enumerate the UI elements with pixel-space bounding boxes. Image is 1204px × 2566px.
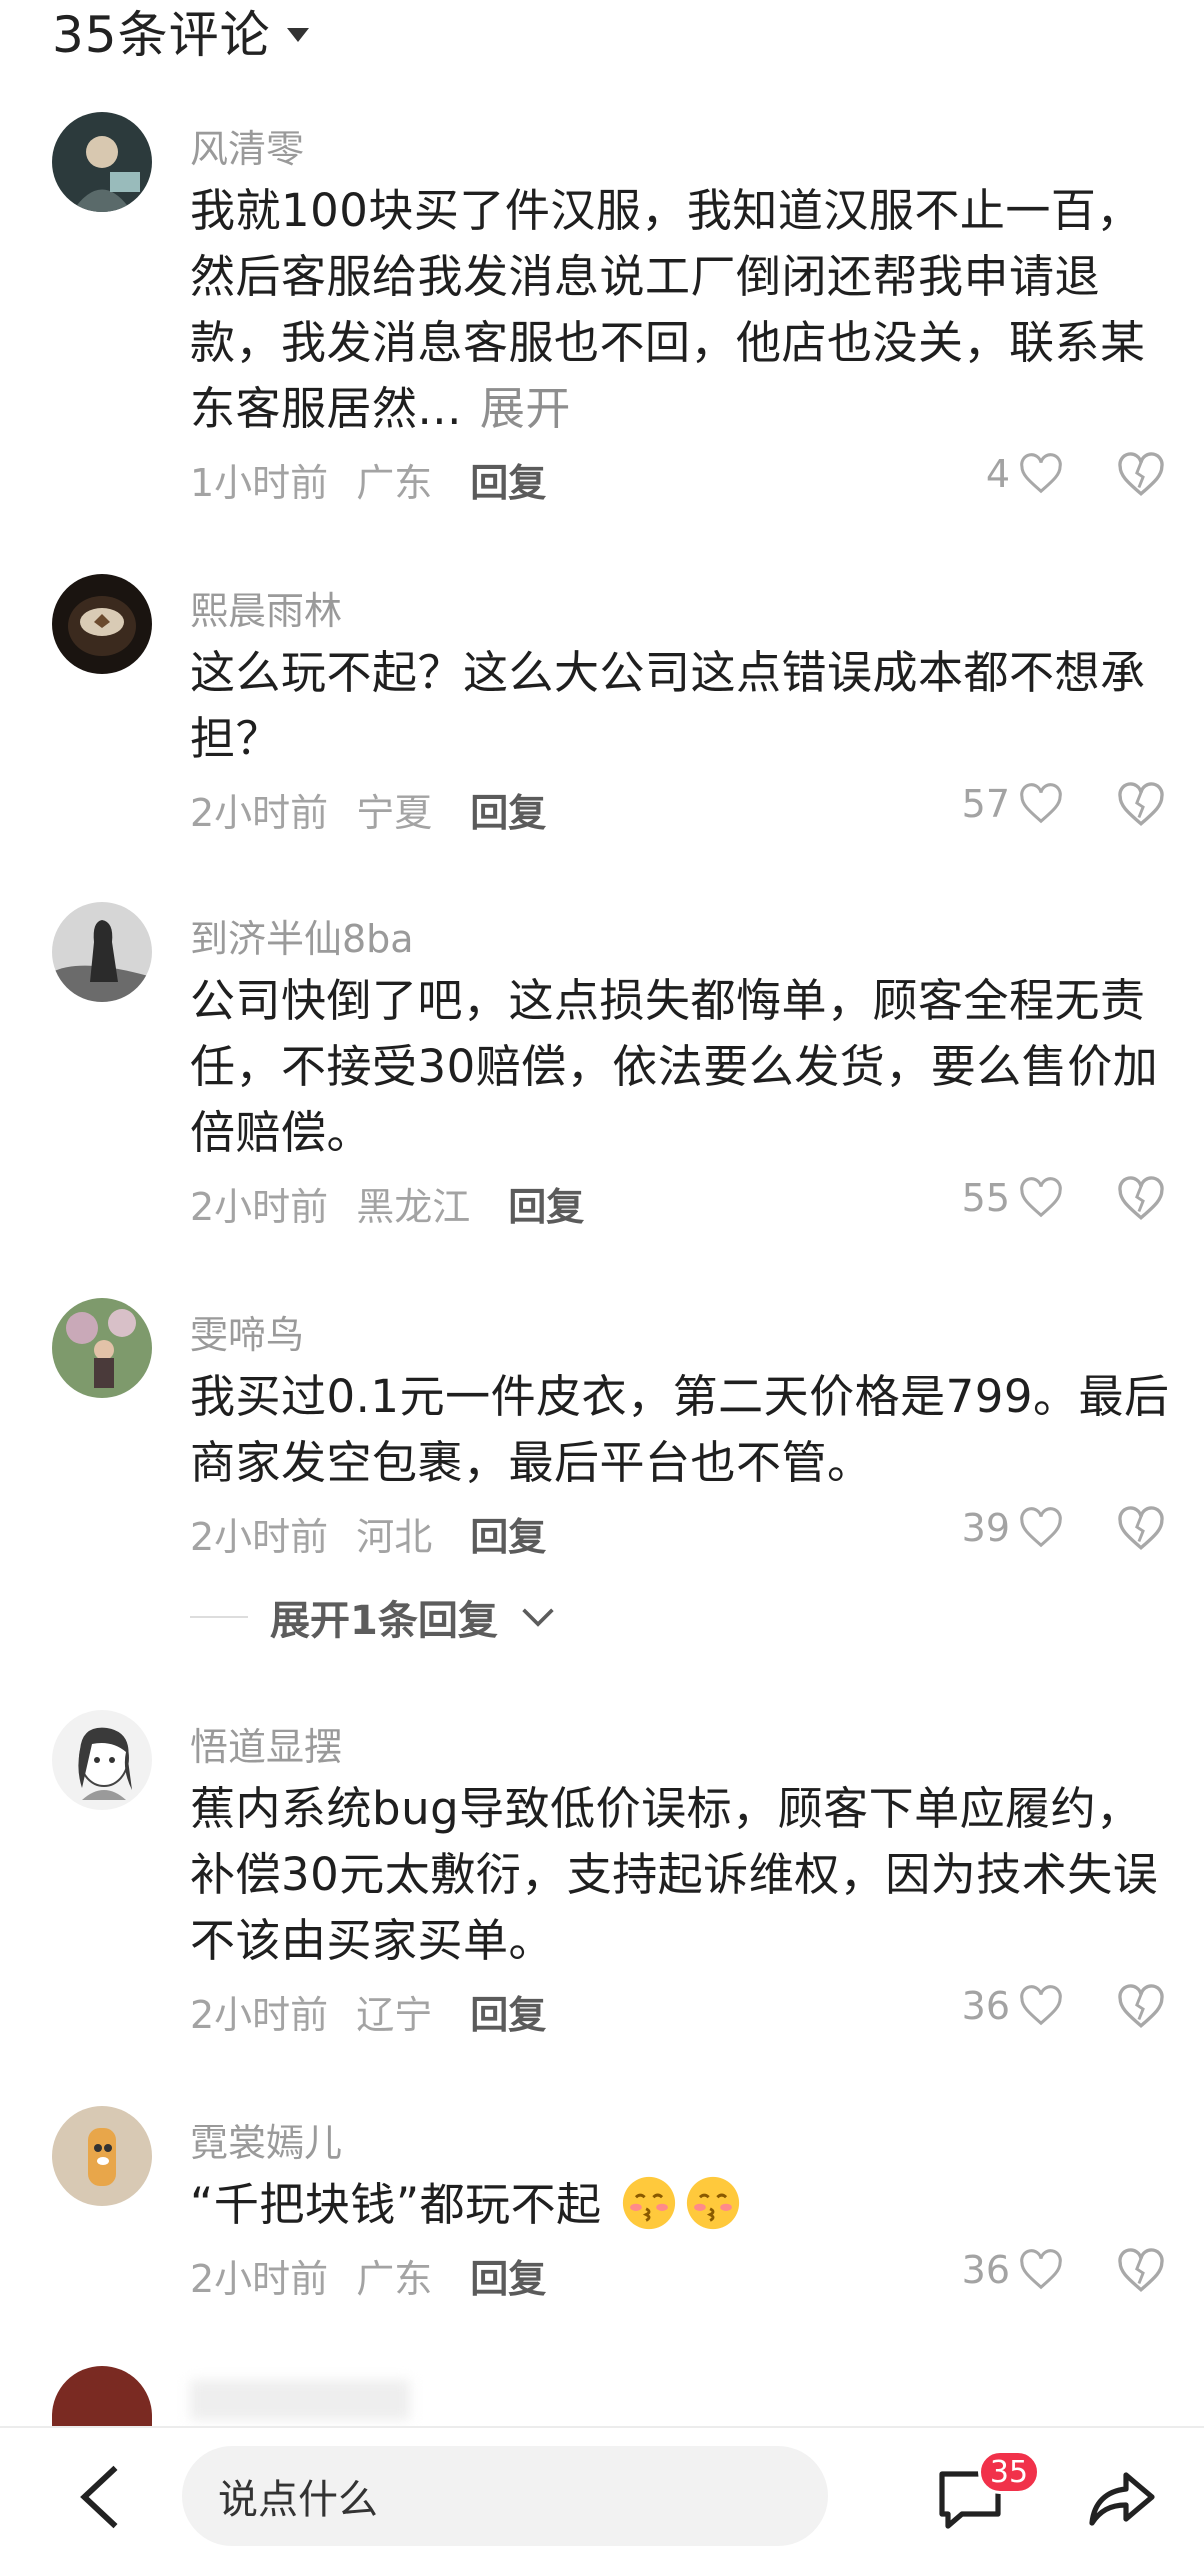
username[interactable]: 风清零 <box>190 118 304 173</box>
reply-button[interactable]: 回复 <box>470 2248 546 2303</box>
like-button[interactable]: 39 <box>962 1506 1064 1550</box>
expand-replies-button[interactable]: 展开1条回复 <box>190 1588 556 1646</box>
reply-button[interactable]: 回复 <box>470 1506 546 1561</box>
reply-button[interactable]: 回复 <box>470 452 546 507</box>
like-button[interactable]: 36 <box>962 2248 1064 2292</box>
broken-heart-icon[interactable] <box>1116 2248 1166 2294</box>
avatar[interactable] <box>52 1298 152 1398</box>
kiss-emoji-icon <box>687 2176 740 2230</box>
like-button[interactable]: 36 <box>962 1984 1064 2028</box>
avatar[interactable] <box>52 1710 152 1810</box>
comment-meta: 2小时前 河北 回复 <box>190 1506 546 1561</box>
expand-link[interactable]: 展开 <box>480 382 571 435</box>
like-button[interactable]: 55 <box>962 1176 1064 1220</box>
broken-heart-icon[interactable] <box>1116 1506 1166 1552</box>
heart-icon <box>1020 1177 1062 1218</box>
location: 河北 <box>356 1515 433 1559</box>
location: 广东 <box>356 2257 433 2301</box>
comment-meta: 2小时前 宁夏 回复 <box>190 782 546 837</box>
comment-input[interactable]: 说点什么 <box>182 2446 828 2546</box>
timestamp: 1小时前 <box>190 461 329 505</box>
heart-icon <box>1020 2249 1062 2290</box>
bottom-bar: 说点什么 35 <box>0 2426 1204 2566</box>
like-count: 55 <box>961 1176 1010 1220</box>
username[interactable]: 雯啼鸟 <box>190 1304 304 1359</box>
broken-heart-icon[interactable] <box>1116 1984 1166 2030</box>
comment-text: “千把块钱”都玩不起 <box>190 2172 1170 2238</box>
like-count: 57 <box>961 782 1010 826</box>
username-placeholder <box>190 2380 410 2420</box>
location: 辽宁 <box>356 1993 433 2037</box>
username[interactable]: 霓裳嫣儿 <box>190 2112 342 2167</box>
reply-button[interactable]: 回复 <box>508 1176 584 1231</box>
comment-body: 我就100块买了件汉服，我知道汉服不止一百，然后客服给我发消息说工厂倒闭还帮我申… <box>190 184 1146 435</box>
avatar[interactable] <box>52 2106 152 2206</box>
heart-icon <box>1020 453 1062 494</box>
comment-body: 这么玩不起？这么大公司这点错误成本都不想承担？ <box>190 646 1146 765</box>
comment-text: 蕉内系统bug导致低价误标，顾客下单应履约，补偿30元太敷衍，支持起诉维权，因为… <box>190 1776 1170 1974</box>
comment-meta: 1小时前 广东 回复 <box>190 452 546 507</box>
comment-text: 我买过0.1元一件皮衣，第二天价格是799。最后商家发空包裹，最后平台也不管。 <box>190 1364 1170 1496</box>
like-count: 36 <box>961 1984 1010 2028</box>
comment-text: 这么玩不起？这么大公司这点错误成本都不想承担？ <box>190 640 1170 772</box>
location: 黑龙江 <box>356 1185 471 1229</box>
timestamp: 2小时前 <box>190 791 329 835</box>
like-button[interactable]: 57 <box>962 782 1064 826</box>
broken-heart-icon[interactable] <box>1116 452 1166 498</box>
username[interactable]: 到济半仙8ba <box>190 908 414 963</box>
chevron-down-icon <box>522 1608 554 1627</box>
expand-replies-label: 展开1条回复 <box>270 1598 498 1644</box>
share-icon[interactable] <box>1088 2468 1156 2530</box>
back-arrow-icon[interactable] <box>72 2462 124 2532</box>
like-button[interactable]: 4 <box>986 452 1064 496</box>
comment-body: 公司快倒了吧，这点损失都悔单，顾客全程无责任，不接受30赔偿，依法要么发货，要么… <box>190 974 1159 1159</box>
caret-down-icon[interactable] <box>286 28 309 42</box>
reply-button[interactable]: 回复 <box>470 1984 546 2039</box>
comments-header[interactable]: 35条评论 <box>52 0 309 64</box>
comment-meta: 2小时前 广东 回复 <box>190 2248 546 2303</box>
comment-body: 蕉内系统bug导致低价误标，顾客下单应履约，补偿30元太敷衍，支持起诉维权，因为… <box>190 1782 1159 1967</box>
broken-heart-icon[interactable] <box>1116 1176 1166 1222</box>
heart-icon <box>1020 783 1062 824</box>
username[interactable]: 悟道显摆 <box>190 1716 342 1771</box>
divider <box>190 1616 248 1618</box>
comment-input-placeholder: 说点什么 <box>218 2477 378 2523</box>
location: 广东 <box>356 461 433 505</box>
heart-icon <box>1020 1507 1062 1548</box>
broken-heart-icon[interactable] <box>1116 782 1166 828</box>
location: 宁夏 <box>356 791 433 835</box>
timestamp: 2小时前 <box>190 1993 329 2037</box>
avatar[interactable] <box>52 574 152 674</box>
timestamp: 2小时前 <box>190 1515 329 1559</box>
like-count: 39 <box>961 1506 1010 1550</box>
comment-meta: 2小时前 辽宁 回复 <box>190 1984 546 2039</box>
avatar[interactable] <box>52 902 152 1002</box>
username[interactable]: 熙晨雨林 <box>190 580 342 635</box>
comment-body: 我买过0.1元一件皮衣，第二天价格是799。最后商家发空包裹，最后平台也不管。 <box>190 1370 1170 1489</box>
avatar[interactable] <box>52 112 152 212</box>
kiss-emoji-icon <box>623 2176 676 2230</box>
comment-meta: 2小时前 黑龙江 回复 <box>190 1176 584 1231</box>
timestamp: 2小时前 <box>190 2257 329 2301</box>
comment-text: 公司快倒了吧，这点损失都悔单，顾客全程无责任，不接受30赔偿，依法要么发货，要么… <box>190 968 1170 1166</box>
like-count: 36 <box>961 2248 1010 2292</box>
reply-button[interactable]: 回复 <box>470 782 546 837</box>
heart-icon <box>1020 1985 1062 2026</box>
comment-body: “千把块钱”都玩不起 <box>190 2178 602 2231</box>
like-count: 4 <box>985 452 1010 496</box>
comments-count-title: 35条评论 <box>52 6 271 64</box>
comment-text: 我就100块买了件汉服，我知道汉服不止一百，然后客服给我发消息说工厂倒闭还帮我申… <box>190 178 1170 442</box>
avatar[interactable] <box>52 2366 152 2426</box>
timestamp: 2小时前 <box>190 1185 329 1229</box>
comment-count-badge: 35 <box>978 2450 1040 2494</box>
